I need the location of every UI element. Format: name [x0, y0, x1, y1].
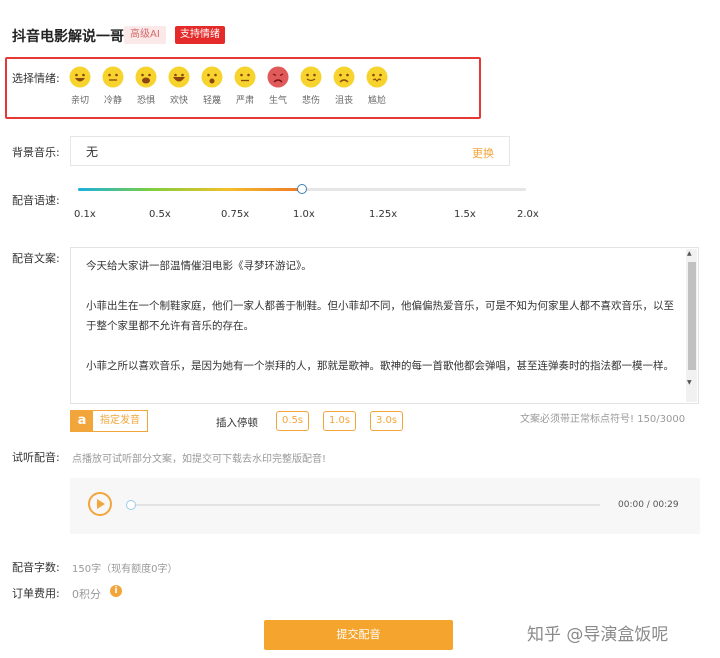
script-label: 配音文案: [12, 252, 60, 265]
music-label: 背景音乐: [12, 146, 60, 159]
submit-button[interactable]: 提交配音 [264, 620, 453, 650]
music-field[interactable] [70, 136, 510, 166]
insert-pause-label: 插入停顿 [216, 417, 258, 429]
preview-hint: 点播放可试听部分文案，如提交可下载去水印完整版配音! [72, 454, 327, 465]
audio-progress-handle[interactable] [126, 500, 136, 510]
emotion-option-5[interactable]: 轻蔑 [195, 66, 229, 106]
emotion-support-badge: 支持情绪 [175, 26, 225, 44]
speed-tick-label: 0.75x [221, 209, 250, 220]
emotion-option-1[interactable]: 亲切 [63, 66, 97, 106]
script-paragraph: 小菲出生在一个制鞋家庭，他们一家人都善于制鞋。但小菲却不同，他偏偏热爱音乐，可是… [86, 300, 674, 332]
emotion-name: 严肃 [235, 96, 254, 106]
speed-tick-label: 1.0x [293, 209, 315, 220]
speed-slider-handle[interactable] [297, 184, 307, 194]
emotion-option-9[interactable]: 沮丧 [327, 66, 361, 106]
fee-label: 订单费用: [12, 587, 60, 600]
scroll-down-icon[interactable]: ▼ [687, 379, 692, 386]
emotion-name: 尴尬 [367, 96, 386, 106]
pause-3.0s-button[interactable]: 3.0s [370, 411, 404, 431]
ai-badge: 高级AI [124, 26, 166, 44]
info-icon[interactable]: i [110, 585, 122, 597]
scroll-up-icon[interactable]: ▲ [687, 250, 692, 257]
emotion-name: 沮丧 [334, 96, 353, 106]
emotion-name: 生气 [268, 96, 287, 106]
emotion-option-7[interactable]: 生气 [261, 66, 295, 106]
preview-label: 试听配音: [12, 451, 60, 464]
emotion-label: 选择情绪: [12, 72, 60, 85]
chars-label: 配音字数: [12, 561, 60, 574]
audio-progress-track[interactable] [130, 504, 600, 506]
play-button[interactable] [88, 492, 112, 516]
pause-0.5s-button[interactable]: 0.5s [276, 411, 310, 431]
serious-face-icon [234, 66, 256, 88]
script-hint: 文案必须带正常标点符号! 150/3000 [520, 410, 685, 425]
fearful-face-icon [135, 66, 157, 88]
emotion-name: 恐惧 [136, 96, 155, 106]
speed-label: 配音语速: [12, 194, 60, 207]
emotion-name: 欢快 [169, 96, 188, 106]
speed-tick-label: 0.5x [149, 209, 171, 220]
play-icon [97, 499, 105, 509]
pronunciation-icon: a [71, 411, 93, 431]
speed-tick-label: 1.25x [369, 209, 398, 220]
char-count: 150/3000 [637, 414, 686, 425]
speed-tick-label: 1.5x [454, 209, 476, 220]
fee-value: 0积分 [72, 588, 101, 601]
grin-face-icon [69, 66, 91, 88]
emotion-option-8[interactable]: 悲伤 [294, 66, 328, 106]
chars-value: 150字（现有额度0字） [72, 564, 178, 575]
punctuation-hint: 文案必须带正常标点符号! [520, 414, 635, 425]
emotion-option-6[interactable]: 严肃 [228, 66, 262, 106]
specify-pronunciation-button[interactable]: a 指定发音 [70, 410, 148, 432]
emotion-option-4[interactable]: 欢快 [162, 66, 196, 106]
pause-1.0s-button[interactable]: 1.0s [323, 411, 357, 431]
emotion-name: 轻蔑 [202, 96, 221, 106]
speed-tick-label: 2.0x [517, 209, 539, 220]
emotion-name: 冷静 [103, 96, 122, 106]
speed-slider-fill [78, 188, 302, 191]
watermark: 知乎 @导演盒饭呢 [527, 625, 669, 645]
speed-tick-label: 0.1x [74, 209, 96, 220]
specify-pronunciation-label: 指定发音 [100, 415, 140, 426]
emotion-name: 亲切 [70, 96, 89, 106]
script-paragraph: 今天给大家讲一部温情催泪电影《寻梦环游记》。 [86, 260, 312, 272]
surprised-face-icon [201, 66, 223, 88]
sad-face-icon [300, 66, 322, 88]
laughing-face-icon [168, 66, 190, 88]
audio-time: 00:00 / 00:29 [618, 500, 679, 510]
change-music-button[interactable]: 更换 [472, 145, 494, 161]
angry-face-icon [267, 66, 289, 88]
page-title: 抖音电影解说一哥 [12, 29, 124, 45]
emotion-option-10[interactable]: 尴尬 [360, 66, 394, 106]
audio-player [70, 478, 700, 534]
emotion-option-3[interactable]: 恐惧 [129, 66, 163, 106]
neutral-face-icon [102, 66, 124, 88]
frown-face-icon [333, 66, 355, 88]
emotion-name: 悲伤 [301, 96, 320, 106]
script-text[interactable]: 今天给大家讲一部温情催泪电影《寻梦环游记》。 小菲出生在一个制鞋家庭，他们一家人… [86, 256, 676, 396]
music-value: 无 [86, 145, 99, 159]
emotion-option-2[interactable]: 冷静 [96, 66, 130, 106]
script-paragraph: 小菲之所以喜欢音乐，是因为她有一个崇拜的人，那就是歌神。歌神的每一首歌他都会弹唱… [86, 360, 674, 372]
script-scrollbar-thumb[interactable] [688, 262, 696, 370]
awkward-face-icon [366, 66, 388, 88]
